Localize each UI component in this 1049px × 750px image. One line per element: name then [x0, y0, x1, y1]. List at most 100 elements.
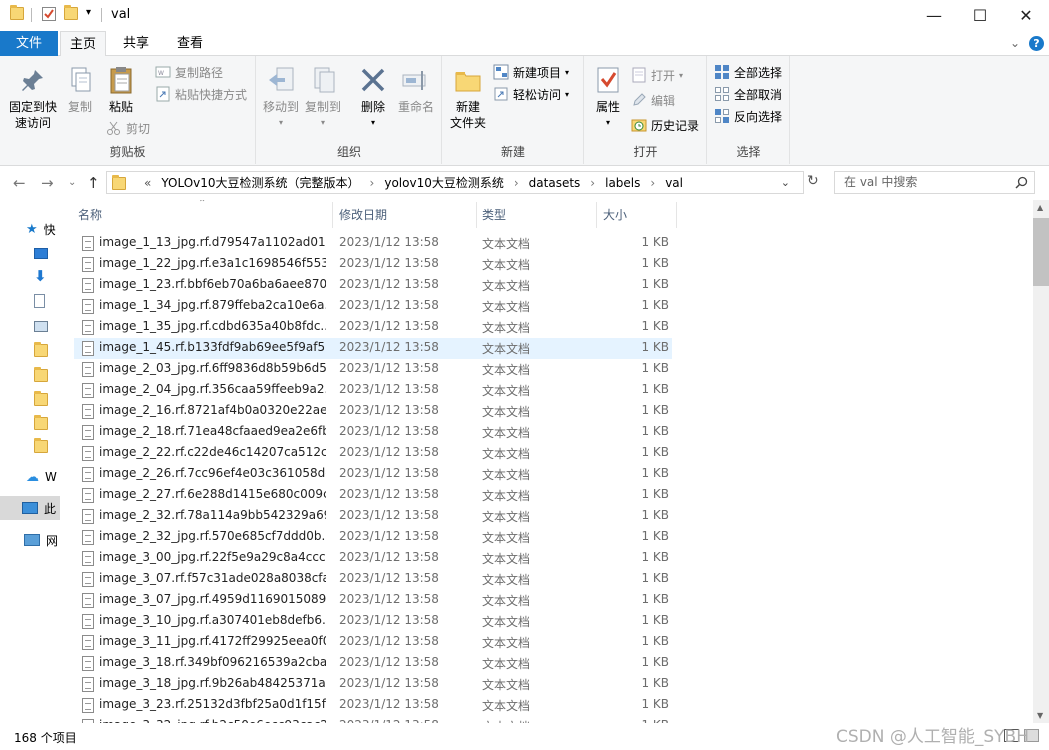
move-to-button[interactable]: 移动到 ▾: [261, 64, 301, 131]
tab-file[interactable]: 文件: [0, 31, 58, 56]
invert-selection-button[interactable]: 反向选择: [714, 106, 782, 126]
file-row[interactable]: image_3_10_jpg.rf.a307401eb8defb6... 2023…: [74, 611, 672, 632]
select-none-button[interactable]: 全部取消: [714, 84, 782, 104]
file-row[interactable]: image_2_03_jpg.rf.6ff9836d8b59b6d5... 202…: [74, 359, 672, 380]
column-divider[interactable]: [596, 202, 597, 228]
file-row[interactable]: image_1_35_jpg.rf.cdbd635a40b8fdc... 2023…: [74, 317, 672, 338]
scroll-up-icon[interactable]: ▲: [1037, 203, 1043, 212]
file-row[interactable]: image_2_27.rf.6e288d1415e680c009c... 2023…: [74, 485, 672, 506]
new-item-button[interactable]: 新建项目 ▾: [493, 62, 569, 82]
nav-downloads[interactable]: ⬇: [34, 267, 47, 285]
customize-quick-access-icon[interactable]: ▾: [86, 7, 91, 18]
nav-documents[interactable]: [34, 292, 45, 310]
file-row[interactable]: image_3_07_jpg.rf.4959d1169015089... 2023…: [74, 590, 672, 611]
pin-quick-access-button[interactable]: 固定到快 速访问: [4, 64, 62, 131]
file-row[interactable]: image_1_34_jpg.rf.879ffeba2ca10e6a... 202…: [74, 296, 672, 317]
breadcrumb-chevron-icon[interactable]: ›: [370, 176, 375, 190]
nav-desktop[interactable]: [34, 244, 48, 262]
tab-view[interactable]: 查看: [167, 31, 213, 56]
column-divider[interactable]: [332, 202, 333, 228]
nav-this-pc[interactable]: 此: [0, 496, 60, 520]
file-row[interactable]: image_3_23.rf.25132d3fbf25a0d1f15f... 202…: [74, 695, 672, 716]
recent-locations-chevron-icon[interactable]: ⌄: [68, 177, 76, 188]
file-row[interactable]: image_3_00_jpg.rf.22f5e9a29c8a4ccc... 202…: [74, 548, 672, 569]
file-row[interactable]: image_2_16.rf.8721af4b0a0320e22ae... 2023…: [74, 401, 672, 422]
file-row[interactable]: image_1_13_jpg.rf.d79547a1102ad01... 2023…: [74, 233, 672, 254]
text-file-icon: [82, 299, 94, 314]
breadcrumb-2[interactable]: datasets: [529, 176, 581, 190]
new-folder-quick-icon[interactable]: [64, 5, 78, 20]
file-row[interactable]: image_2_32.rf.78a114a9bb542329a69... 2023…: [74, 506, 672, 527]
address-overflow[interactable]: «: [144, 176, 151, 190]
breadcrumb-4[interactable]: val: [665, 176, 683, 190]
file-row[interactable]: image_2_04_jpg.rf.356caa59ffeeb9a2... 202…: [74, 380, 672, 401]
file-row[interactable]: image_2_32_jpg.rf.570e685cf7ddd0b... 2023…: [74, 527, 672, 548]
breadcrumb-chevron-icon[interactable]: ›: [514, 176, 519, 190]
breadcrumb-0[interactable]: YOLOv10大豆检测系统（完整版本）: [161, 174, 359, 191]
column-header-name[interactable]: 名称: [78, 200, 102, 230]
minimize-button[interactable]: —: [911, 0, 957, 31]
nav-folder-t1[interactable]: [34, 366, 48, 384]
column-header-type[interactable]: 类型: [482, 200, 506, 230]
up-arrow-icon[interactable]: ↑: [87, 174, 100, 192]
file-row[interactable]: image_3_07.rf.f57c31ade028a8038cfa... 202…: [74, 569, 672, 590]
nav-network[interactable]: 网: [24, 531, 58, 549]
copy-path-button[interactable]: W 复制路径: [155, 62, 223, 82]
refresh-icon[interactable]: ↻: [807, 173, 819, 189]
column-header-size[interactable]: 大小: [603, 200, 627, 230]
history-button[interactable]: 历史记录: [631, 115, 699, 135]
select-all-button[interactable]: 全部选择: [714, 62, 782, 82]
breadcrumb-3[interactable]: labels: [605, 176, 640, 190]
paste-shortcut-button[interactable]: 粘贴快捷方式: [155, 84, 247, 104]
maximize-button[interactable]: ☐: [957, 0, 1003, 31]
group-open: 属性 ▾ 打开 ▾ 编辑 历史记录 打开: [585, 56, 707, 164]
close-button[interactable]: ✕: [1003, 0, 1049, 31]
address-dropdown-icon[interactable]: ⌄: [781, 176, 790, 189]
nav-pictures[interactable]: [34, 317, 48, 335]
file-row[interactable]: image_3_18.rf.349bf096216539a2cba... 2023…: [74, 653, 672, 674]
nav-folder-t2[interactable]: [34, 390, 48, 408]
column-divider[interactable]: [676, 202, 677, 228]
rename-button[interactable]: 重命名: [395, 64, 437, 115]
column-header-date[interactable]: 修改日期: [339, 200, 387, 230]
file-row[interactable]: image_3_11_jpg.rf.4172ff29925eea0f0... 20…: [74, 632, 672, 653]
scrollbar-thumb[interactable]: [1033, 218, 1049, 286]
tab-home[interactable]: 主页: [60, 31, 106, 57]
new-folder-button[interactable]: 新建 文件夹: [447, 64, 489, 131]
paste-button[interactable]: 粘贴: [103, 64, 139, 115]
minimize-ribbon-icon[interactable]: ⌄: [1010, 36, 1020, 50]
cut-button[interactable]: 剪切: [106, 118, 150, 138]
file-row[interactable]: image_2_18.rf.71ea48cfaaed9ea2e6fb... 202…: [74, 422, 672, 443]
breadcrumb-chevron-icon[interactable]: ›: [650, 176, 655, 190]
tab-share[interactable]: 共享: [113, 31, 159, 56]
back-arrow-icon[interactable]: ←: [13, 174, 26, 192]
address-bar[interactable]: « YOLOv10大豆检测系统（完整版本） › yolov10大豆检测系统 › …: [106, 171, 804, 194]
breadcrumb-chevron-icon[interactable]: ›: [590, 176, 595, 190]
nav-folder-t4[interactable]: [34, 437, 48, 455]
file-row[interactable]: image_3_18_jpg.rf.9b26ab48425371a... 2023…: [74, 674, 672, 695]
nav-folder-t3[interactable]: [34, 414, 48, 432]
column-divider[interactable]: [476, 202, 477, 228]
scroll-down-icon[interactable]: ▼: [1037, 711, 1043, 720]
file-row[interactable]: image_2_26.rf.7cc96ef4e03c361058de... 202…: [74, 464, 672, 485]
forward-arrow-icon[interactable]: →: [41, 174, 54, 192]
file-row[interactable]: image_3_32_jpg.rf.b2c50e6ecc93cac2...202…: [74, 716, 672, 723]
copy-to-button[interactable]: 复制到 ▾: [303, 64, 343, 131]
open-button[interactable]: 打开 ▾: [631, 65, 683, 85]
nav-quick-access[interactable]: ★ 快: [26, 220, 56, 238]
breadcrumb-1[interactable]: yolov10大豆检测系统: [384, 174, 504, 191]
easy-access-button[interactable]: 轻松访问 ▾: [493, 84, 569, 104]
file-row[interactable]: image_1_23.rf.bbf6eb70a6ba6aee870... 2023…: [74, 275, 672, 296]
properties-quick-icon[interactable]: [42, 7, 56, 21]
edit-button[interactable]: 编辑: [631, 90, 675, 110]
search-input[interactable]: 在 val 中搜索: [834, 171, 1035, 194]
nav-wps[interactable]: ☁ W: [26, 468, 57, 486]
help-icon[interactable]: ?: [1029, 36, 1044, 51]
copy-button[interactable]: 复制: [62, 64, 98, 115]
file-row[interactable]: image_1_45.rf.b133fdf9ab69ee5f9af5... 202…: [74, 338, 672, 359]
delete-button[interactable]: 删除 ▾: [355, 64, 391, 131]
file-row[interactable]: image_2_22.rf.c22de46c14207ca512c... 2023…: [74, 443, 672, 464]
file-row[interactable]: image_1_22_jpg.rf.e3a1c1698546f553... 202…: [74, 254, 672, 275]
properties-button[interactable]: 属性 ▾: [589, 64, 627, 131]
nav-folder-g[interactable]: [34, 341, 48, 359]
